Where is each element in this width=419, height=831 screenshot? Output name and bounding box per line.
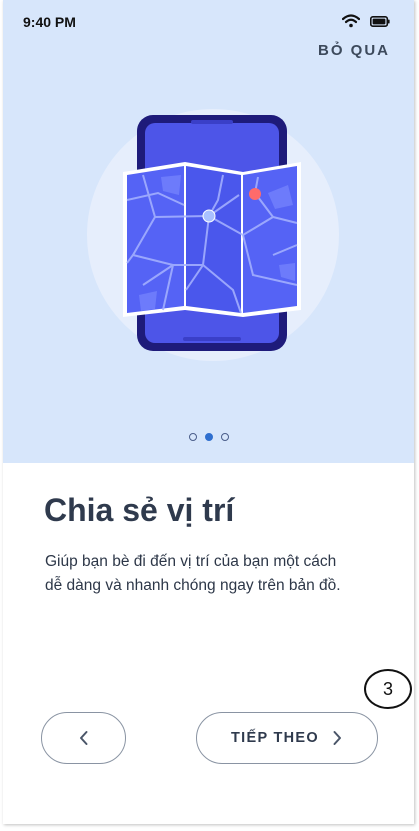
status-bar: 9:40 PM xyxy=(3,0,414,44)
next-button[interactable]: TIẾP THEO xyxy=(196,712,378,764)
onboarding-screen: 9:40 PM BỎ QUA Chia sẻ vị trí Giúp bạn b… xyxy=(3,0,414,824)
page-dot-2-active[interactable] xyxy=(204,433,213,441)
page-dot-1[interactable] xyxy=(188,433,197,441)
chevron-left-icon xyxy=(79,731,87,745)
page-title: Chia sẻ vị trí xyxy=(44,492,235,528)
skip-button[interactable]: BỎ QUA xyxy=(318,42,390,59)
phone-map-illustration xyxy=(87,109,339,361)
page-dot-3[interactable] xyxy=(220,433,229,441)
status-time: 9:40 PM xyxy=(23,14,76,30)
battery-icon xyxy=(370,15,390,27)
page-indicator xyxy=(3,433,414,441)
back-button[interactable] xyxy=(41,712,126,764)
status-icons xyxy=(342,14,390,28)
wifi-icon xyxy=(342,14,360,28)
chevron-right-icon xyxy=(333,731,341,745)
page-description: Giúp bạn bè đi đến vị trí của bạn một cá… xyxy=(45,553,341,594)
hero-section: 9:40 PM BỎ QUA xyxy=(3,0,414,463)
step-number-annotation: 3 xyxy=(364,669,412,709)
next-button-label: TIẾP THEO xyxy=(231,730,319,746)
